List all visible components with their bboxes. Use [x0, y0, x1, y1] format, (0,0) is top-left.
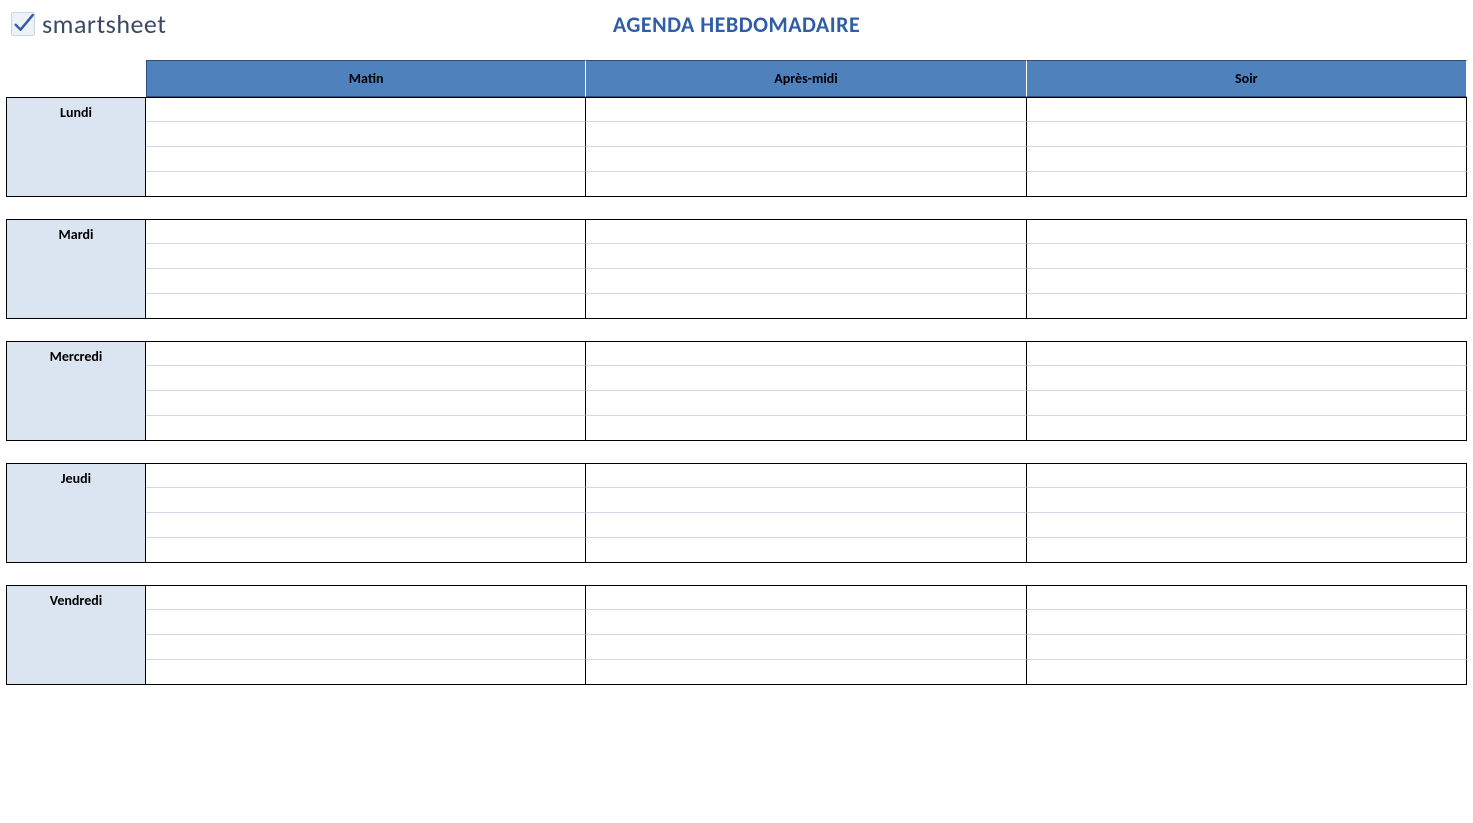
agenda-cell[interactable] — [586, 366, 1026, 391]
agenda-cell[interactable] — [586, 538, 1026, 563]
agenda-cell[interactable] — [146, 513, 586, 538]
agenda-cell[interactable] — [1027, 585, 1467, 610]
agenda-cell[interactable] — [586, 513, 1026, 538]
agenda-cell[interactable] — [1027, 463, 1467, 488]
agenda-cell[interactable] — [146, 97, 586, 122]
agenda-cell[interactable] — [146, 244, 586, 269]
agenda-cell[interactable] — [146, 294, 586, 319]
agenda-cell[interactable] — [586, 172, 1026, 197]
column-header: Matin — [146, 60, 586, 97]
agenda-cell[interactable] — [586, 610, 1026, 635]
page-title: AGENDA HEBDOMADAIRE — [613, 11, 860, 38]
agenda-cell[interactable] — [146, 341, 586, 366]
agenda-cell[interactable] — [586, 269, 1026, 294]
agenda-cell[interactable] — [1027, 635, 1467, 660]
brand-name: smartsheet — [42, 8, 166, 40]
agenda-cell[interactable] — [1027, 244, 1467, 269]
agenda-cell[interactable] — [586, 463, 1026, 488]
day-gap — [6, 319, 1467, 341]
agenda-cell[interactable] — [146, 463, 586, 488]
agenda-cell[interactable] — [146, 660, 586, 685]
agenda-cell[interactable] — [586, 97, 1026, 122]
agenda-cell[interactable] — [586, 294, 1026, 319]
agenda-cell[interactable] — [146, 538, 586, 563]
agenda-cell[interactable] — [146, 172, 586, 197]
column-header: Soir — [1027, 60, 1467, 97]
checkmark-icon — [10, 11, 36, 37]
day-gap — [6, 197, 1467, 219]
day-label: Lundi — [6, 97, 146, 197]
agenda-cell[interactable] — [1027, 416, 1467, 441]
agenda-cell[interactable] — [146, 610, 586, 635]
agenda-cell[interactable] — [1027, 269, 1467, 294]
agenda-cell[interactable] — [586, 635, 1026, 660]
agenda-cell[interactable] — [146, 488, 586, 513]
day-label: Jeudi — [6, 463, 146, 563]
agenda-cell[interactable] — [1027, 219, 1467, 244]
agenda-cell[interactable] — [586, 122, 1026, 147]
brand-logo: smartsheet — [10, 8, 166, 40]
agenda-cell[interactable] — [146, 635, 586, 660]
agenda-cell[interactable] — [1027, 341, 1467, 366]
agenda-cell[interactable] — [586, 244, 1026, 269]
agenda-cell[interactable] — [586, 341, 1026, 366]
column-header: Après-midi — [586, 60, 1026, 97]
header: smartsheet AGENDA HEBDOMADAIRE — [0, 0, 1473, 60]
day-label: Vendredi — [6, 585, 146, 685]
agenda-cell[interactable] — [586, 585, 1026, 610]
agenda-cell[interactable] — [1027, 172, 1467, 197]
agenda-cell[interactable] — [586, 219, 1026, 244]
day-label: Mercredi — [6, 341, 146, 441]
agenda-cell[interactable] — [146, 269, 586, 294]
agenda-cell[interactable] — [1027, 147, 1467, 172]
agenda-grid: MatinAprès-midiSoir Lundi Mardi Mercredi Jeu… — [0, 60, 1473, 685]
agenda-cell[interactable] — [1027, 366, 1467, 391]
agenda-cell[interactable] — [586, 660, 1026, 685]
agenda-cell[interactable] — [1027, 391, 1467, 416]
day-gap — [6, 563, 1467, 585]
agenda-cell[interactable] — [146, 416, 586, 441]
agenda-cell[interactable] — [586, 391, 1026, 416]
agenda-cell[interactable] — [146, 122, 586, 147]
agenda-cell[interactable] — [146, 585, 586, 610]
agenda-cell[interactable] — [1027, 97, 1467, 122]
agenda-cell[interactable] — [146, 391, 586, 416]
agenda-cell[interactable] — [1027, 294, 1467, 319]
agenda-cell[interactable] — [1027, 513, 1467, 538]
agenda-cell[interactable] — [1027, 488, 1467, 513]
day-gap — [6, 441, 1467, 463]
agenda-cell[interactable] — [586, 488, 1026, 513]
agenda-cell[interactable] — [146, 147, 586, 172]
agenda-cell[interactable] — [586, 147, 1026, 172]
header-spacer — [6, 60, 146, 97]
agenda-cell[interactable] — [1027, 610, 1467, 635]
agenda-cell[interactable] — [146, 219, 586, 244]
agenda-cell[interactable] — [1027, 122, 1467, 147]
day-label: Mardi — [6, 219, 146, 319]
agenda-cell[interactable] — [586, 416, 1026, 441]
agenda-cell[interactable] — [146, 366, 586, 391]
agenda-cell[interactable] — [1027, 538, 1467, 563]
agenda-cell[interactable] — [1027, 660, 1467, 685]
